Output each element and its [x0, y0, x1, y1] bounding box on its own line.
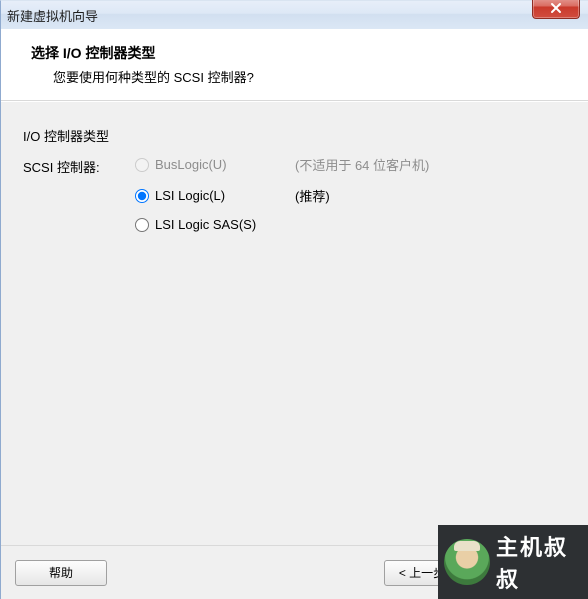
radio-buslogic-label: BusLogic(U) [155, 157, 295, 172]
radio-lsilogic-label: LSI Logic(L) [155, 188, 295, 203]
io-controller-group-label: I/O 控制器类型 [23, 126, 566, 145]
wizard-window: 新建虚拟机向导 选择 I/O 控制器类型 您要使用何种类型的 SCSI 控制器?… [0, 0, 588, 599]
wizard-content: I/O 控制器类型 SCSI 控制器: BusLogic(U) (不适用于 64… [1, 101, 588, 545]
watermark-overlay: 主机叔叔 [438, 525, 588, 599]
radio-lsilogic-hint: (推荐) [295, 186, 330, 205]
radio-option-lsilogicsas[interactable]: LSI Logic SAS(S) [135, 217, 429, 232]
radio-option-buslogic: BusLogic(U) (不适用于 64 位客户机) [135, 155, 429, 174]
scsi-controller-label: SCSI 控制器: [23, 155, 135, 176]
radio-lsilogicsas-label: LSI Logic SAS(S) [155, 217, 295, 232]
page-title: 选择 I/O 控制器类型 [31, 43, 570, 63]
page-subtitle: 您要使用何种类型的 SCSI 控制器? [31, 67, 570, 86]
radio-buslogic [135, 158, 149, 172]
radio-lsilogicsas[interactable] [135, 218, 149, 232]
watermark-text: 主机叔叔 [496, 530, 588, 594]
window-title: 新建虚拟机向导 [7, 6, 98, 25]
close-button[interactable] [532, 0, 580, 19]
watermark-avatar-icon [444, 539, 490, 585]
radio-lsilogic[interactable] [135, 189, 149, 203]
scsi-options: BusLogic(U) (不适用于 64 位客户机) LSI Logic(L) … [135, 155, 429, 232]
radio-buslogic-hint: (不适用于 64 位客户机) [295, 155, 429, 174]
close-icon [549, 2, 563, 14]
titlebar: 新建虚拟机向导 [1, 1, 588, 29]
radio-option-lsilogic[interactable]: LSI Logic(L) (推荐) [135, 186, 429, 205]
help-button[interactable]: 帮助 [15, 560, 107, 586]
wizard-header: 选择 I/O 控制器类型 您要使用何种类型的 SCSI 控制器? [1, 29, 588, 101]
